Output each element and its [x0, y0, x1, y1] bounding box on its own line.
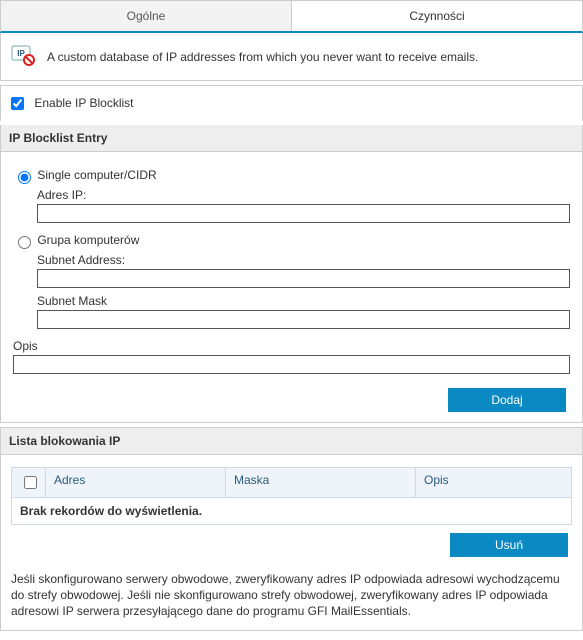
- info-bar: IP A custom database of IP addresses fro…: [0, 33, 583, 81]
- radio-single-label: Single computer/CIDR: [37, 168, 156, 182]
- delete-button[interactable]: Usuń: [450, 533, 568, 557]
- subnet-mask-input[interactable]: [37, 310, 570, 329]
- section-header-list: Lista blokowania IP: [1, 427, 582, 455]
- section-header-entry: IP Blocklist Entry: [1, 125, 582, 152]
- col-description[interactable]: Opis: [416, 468, 571, 497]
- col-address[interactable]: Adres: [46, 468, 226, 497]
- tab-bar: Ogólne Czynności: [0, 0, 583, 33]
- ip-block-icon: IP: [9, 43, 37, 70]
- enable-ip-blocklist-label: Enable IP Blocklist: [34, 96, 133, 110]
- subnet-mask-label: Subnet Mask: [37, 294, 570, 308]
- tab-actions[interactable]: Czynności: [292, 1, 582, 31]
- description-label: Opis: [13, 339, 570, 353]
- subnet-address-label: Subnet Address:: [37, 253, 570, 267]
- description-input[interactable]: [13, 355, 570, 374]
- ip-address-label: Adres IP:: [37, 188, 570, 202]
- block-list-table: Adres Maska Opis Brak rekordów do wyświe…: [11, 467, 572, 525]
- footer-note: Jeśli skonfigurowano serwery obwodowe, z…: [1, 565, 582, 630]
- tab-general[interactable]: Ogólne: [1, 1, 292, 31]
- subnet-address-input[interactable]: [37, 269, 570, 288]
- radio-single-computer[interactable]: [18, 171, 31, 184]
- table-header: Adres Maska Opis: [12, 468, 571, 498]
- ip-block-list-section: Lista blokowania IP Adres Maska Opis Bra…: [0, 427, 583, 631]
- ip-address-input[interactable]: [37, 204, 570, 223]
- add-button[interactable]: Dodaj: [448, 388, 566, 412]
- col-mask[interactable]: Maska: [226, 468, 416, 497]
- table-empty-message: Brak rekordów do wyświetlenia.: [12, 498, 571, 524]
- enable-row: Enable IP Blocklist: [0, 85, 583, 121]
- radio-group-computers[interactable]: [18, 236, 31, 249]
- info-text: A custom database of IP addresses from w…: [47, 50, 478, 64]
- enable-ip-blocklist-checkbox[interactable]: [11, 97, 24, 110]
- ip-blocklist-entry-section: IP Blocklist Entry Single computer/CIDR …: [0, 125, 583, 423]
- select-all-checkbox[interactable]: [24, 476, 37, 489]
- radio-group-label: Grupa komputerów: [37, 233, 139, 247]
